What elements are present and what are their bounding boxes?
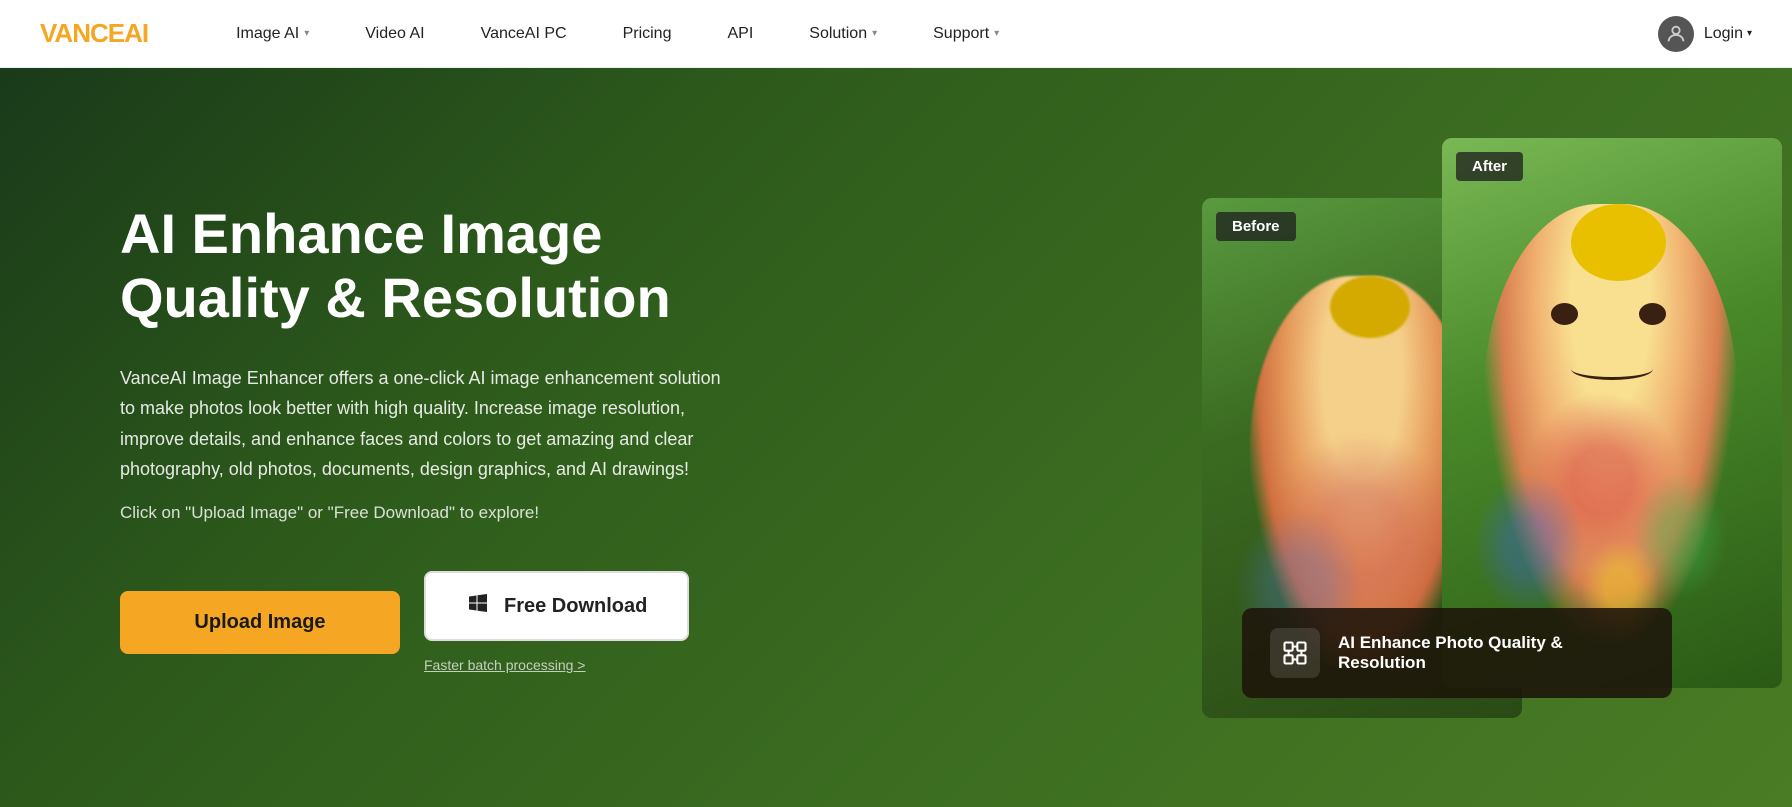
nav-label-solution: Solution	[809, 25, 867, 43]
logo-part2: AI	[124, 18, 148, 48]
nav-right: Login ▾	[1658, 16, 1752, 52]
ai-enhance-icon	[1270, 628, 1320, 678]
before-label: Before	[1216, 212, 1296, 241]
avatar-icon	[1658, 16, 1694, 52]
nav-item-solution[interactable]: Solution ▾	[781, 0, 905, 68]
chevron-down-icon-solution: ▾	[872, 28, 877, 39]
nav-label-api: API	[727, 25, 753, 43]
batch-processing-link[interactable]: Faster batch processing >	[424, 657, 689, 673]
login-label: Login	[1704, 25, 1743, 43]
logo[interactable]: VANCEAI	[40, 18, 148, 49]
free-download-button[interactable]: Free Download	[424, 571, 689, 641]
image-comparison: Before After	[1202, 138, 1782, 738]
ai-card: AI Enhance Photo Quality & Resolution	[1242, 608, 1672, 698]
nav-label-vanceai-pc: VanceAI PC	[481, 25, 567, 43]
nav-item-support[interactable]: Support ▾	[905, 0, 1027, 68]
logo-text: VANCEAI	[40, 18, 148, 49]
nav-item-image-ai[interactable]: Image AI ▾	[208, 0, 337, 68]
nav-label-support: Support	[933, 25, 989, 43]
nav-item-video-ai[interactable]: Video AI	[337, 0, 452, 68]
navbar: VANCEAI Image AI ▾ Video AI VanceAI PC P…	[0, 0, 1792, 68]
chevron-down-icon: ▾	[304, 28, 309, 39]
after-image: After	[1442, 138, 1782, 688]
download-col: Free Download Faster batch processing >	[424, 571, 689, 673]
hero-description: VanceAI Image Enhancer offers a one-clic…	[120, 363, 740, 485]
chevron-down-icon-support: ▾	[994, 28, 999, 39]
nav-label-pricing: Pricing	[623, 25, 672, 43]
nav-item-pricing[interactable]: Pricing	[595, 0, 700, 68]
hero-content: AI Enhance Image Quality & Resolution Va…	[0, 122, 860, 753]
free-download-label: Free Download	[504, 595, 647, 618]
image-comparison-area: Before After	[1192, 68, 1792, 807]
nav-links: Image AI ▾ Video AI VanceAI PC Pricing A…	[208, 0, 1658, 68]
nav-label-image-ai: Image AI	[236, 25, 299, 43]
windows-icon	[466, 591, 490, 621]
nav-item-api[interactable]: API	[699, 0, 781, 68]
nav-item-vanceai-pc[interactable]: VanceAI PC	[453, 0, 595, 68]
chevron-down-icon-login: ▾	[1747, 28, 1752, 39]
logo-part1: VANCE	[40, 18, 124, 48]
hero-buttons: Upload Image Free Download Faster batch …	[120, 571, 740, 673]
nav-label-video-ai: Video AI	[365, 25, 424, 43]
ai-card-label: AI Enhance Photo Quality & Resolution	[1338, 633, 1644, 673]
after-label: After	[1456, 152, 1523, 181]
hero-title: AI Enhance Image Quality & Resolution	[120, 202, 740, 331]
hero-section: AI Enhance Image Quality & Resolution Va…	[0, 68, 1792, 807]
hero-cta-text: Click on "Upload Image" or "Free Downloa…	[120, 503, 740, 523]
login-button[interactable]: Login ▾	[1704, 25, 1752, 43]
upload-image-button[interactable]: Upload Image	[120, 591, 400, 654]
